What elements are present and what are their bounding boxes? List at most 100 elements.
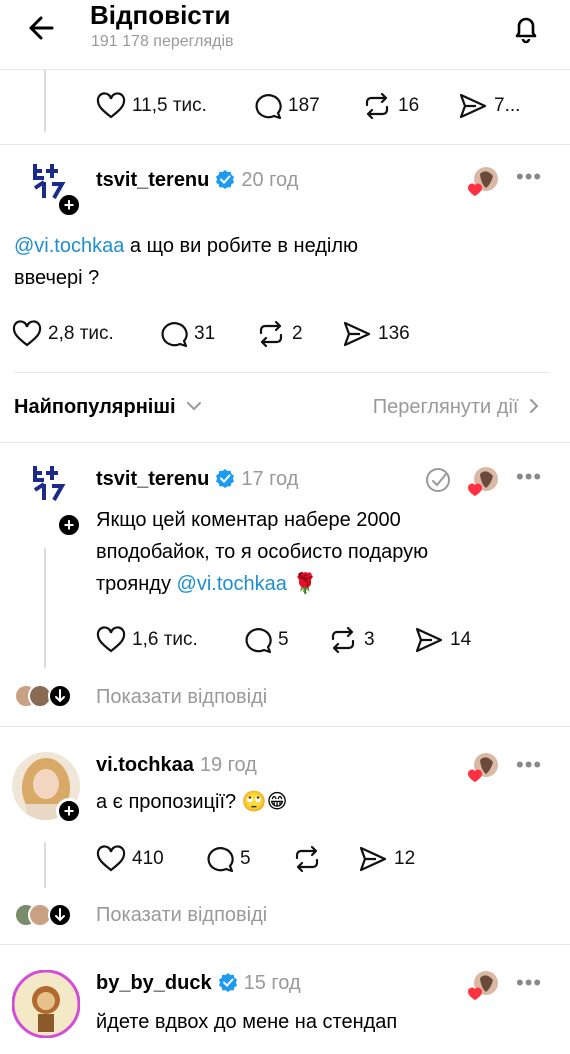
more-options-icon[interactable]: ••• (516, 752, 542, 778)
avatar[interactable]: + (22, 158, 82, 218)
verified-icon (216, 469, 235, 488)
share-button[interactable]: 7... (458, 92, 520, 120)
comment-count: 5 (278, 629, 289, 650)
sort-bar: Найпопулярніші Переглянути дії (0, 372, 570, 442)
like-button[interactable]: 2,8 тис. (12, 320, 114, 348)
liker-avatar[interactable] (466, 464, 498, 496)
back-arrow-icon[interactable] (22, 8, 62, 48)
like-count: 410 (132, 848, 164, 869)
sort-dropdown[interactable]: Найпопулярніші (14, 396, 203, 419)
post-text: @vi.tochkaa а що ви робите в неділю ввеч… (14, 235, 359, 289)
share-button[interactable]: 136 (342, 320, 410, 348)
expand-replies-icon[interactable] (48, 684, 72, 708)
divider (0, 944, 570, 945)
repost-button[interactable]: 3 (328, 626, 375, 654)
avatar[interactable]: + (22, 460, 82, 538)
share-icon (415, 627, 443, 653)
chevron-down-icon (187, 402, 202, 411)
liker-avatar[interactable] (466, 164, 498, 196)
heart-icon (96, 626, 126, 653)
avatar[interactable] (11, 969, 81, 1039)
view-activity-link[interactable]: Переглянути дії (373, 396, 540, 419)
post-time: 17 год (241, 468, 299, 490)
divider (0, 144, 570, 145)
post-time: 15 год (243, 972, 301, 994)
heart-icon (96, 845, 126, 872)
share-button[interactable]: 14 (414, 626, 471, 654)
comment-icon (207, 847, 234, 873)
verified-icon (216, 170, 235, 189)
thread-line (44, 842, 46, 888)
like-button[interactable]: 11,5 тис. (96, 92, 207, 120)
repost-count: 16 (398, 95, 420, 116)
pinned-icon (424, 466, 452, 499)
reply-avatars[interactable] (14, 903, 74, 929)
reply-avatars[interactable] (14, 684, 74, 710)
liked-by-author-icon (467, 753, 498, 782)
share-icon (459, 93, 487, 119)
post-time: 20 год (241, 169, 299, 191)
follow-plus-icon[interactable]: + (56, 798, 82, 824)
comment-icon (161, 322, 188, 348)
repost-icon (365, 92, 389, 120)
more-options-icon[interactable]: ••• (516, 464, 542, 490)
mention-link[interactable]: @vi.tochkaa (14, 235, 124, 257)
comment-button[interactable]: 5 (206, 845, 251, 873)
logo-avatar-icon (22, 460, 74, 512)
username[interactable]: tsvit_terenu 20 год (96, 169, 298, 192)
thread-line (44, 70, 46, 132)
follow-plus-icon[interactable]: + (56, 512, 82, 538)
username[interactable]: vi.tochkaa 19 год (96, 754, 257, 777)
repost-icon (295, 845, 319, 873)
repost-button[interactable] (292, 845, 328, 873)
liker-avatar[interactable] (466, 968, 498, 1000)
avatar[interactable]: + (12, 752, 82, 824)
chevron-right-icon (530, 399, 539, 413)
show-replies-link[interactable]: Показати відповіді (96, 904, 267, 927)
repost-button[interactable]: 16 (362, 92, 419, 120)
username[interactable]: tsvit_terenu 17 год (96, 468, 298, 491)
like-button[interactable]: 410 (96, 845, 164, 873)
liked-by-author-icon (467, 467, 498, 496)
page-title: Відповісти (90, 0, 231, 30)
post-text: а є пропозиції? 🙄😁 (96, 791, 288, 813)
user-drawing-avatar-icon (11, 969, 81, 1039)
comment-count: 5 (240, 848, 251, 869)
view-count: 191 178 переглядів (91, 33, 234, 50)
repost-button[interactable]: 2 (256, 320, 303, 348)
comment-count: 31 (194, 323, 216, 344)
liker-avatar[interactable] (466, 750, 498, 782)
more-options-icon[interactable]: ••• (516, 970, 542, 996)
comment-button[interactable]: 31 (160, 320, 215, 348)
like-button[interactable]: 1,6 тис. (96, 626, 198, 654)
rose-emoji: 🌹 (292, 573, 318, 595)
share-count: 7... (494, 95, 521, 116)
more-options-icon[interactable]: ••• (516, 164, 542, 190)
like-count: 2,8 тис. (48, 323, 114, 344)
post-text: йдете вдвох до мене на стендап (96, 1011, 398, 1033)
follow-plus-icon[interactable]: + (56, 192, 82, 218)
verified-icon (218, 973, 237, 992)
share-count: 14 (450, 629, 472, 650)
thread-line (44, 548, 46, 668)
comment-button[interactable]: 187 (254, 92, 320, 120)
username[interactable]: by_by_duck 15 год (96, 972, 301, 995)
mention-link[interactable]: @vi.tochkaa (177, 573, 287, 595)
comment-count: 187 (288, 95, 320, 116)
like-count: 11,5 тис. (132, 95, 207, 116)
post-text: Якщо цей коментар набере 2000 вподобайок… (96, 509, 429, 595)
show-replies-link[interactable]: Показати відповіді (96, 686, 267, 709)
post-time: 19 год (199, 754, 257, 776)
heart-icon (12, 320, 42, 347)
comment-icon (245, 628, 272, 654)
liked-by-author-icon (467, 167, 498, 196)
share-count: 136 (378, 323, 410, 344)
share-button[interactable]: 12 (358, 845, 415, 873)
expand-replies-icon[interactable] (48, 903, 72, 927)
like-count: 1,6 тис. (132, 629, 198, 650)
bell-icon[interactable] (506, 8, 546, 48)
share-count: 12 (394, 848, 416, 869)
comment-button[interactable]: 5 (244, 626, 289, 654)
liked-by-author-icon (467, 971, 498, 1000)
divider (0, 726, 570, 727)
